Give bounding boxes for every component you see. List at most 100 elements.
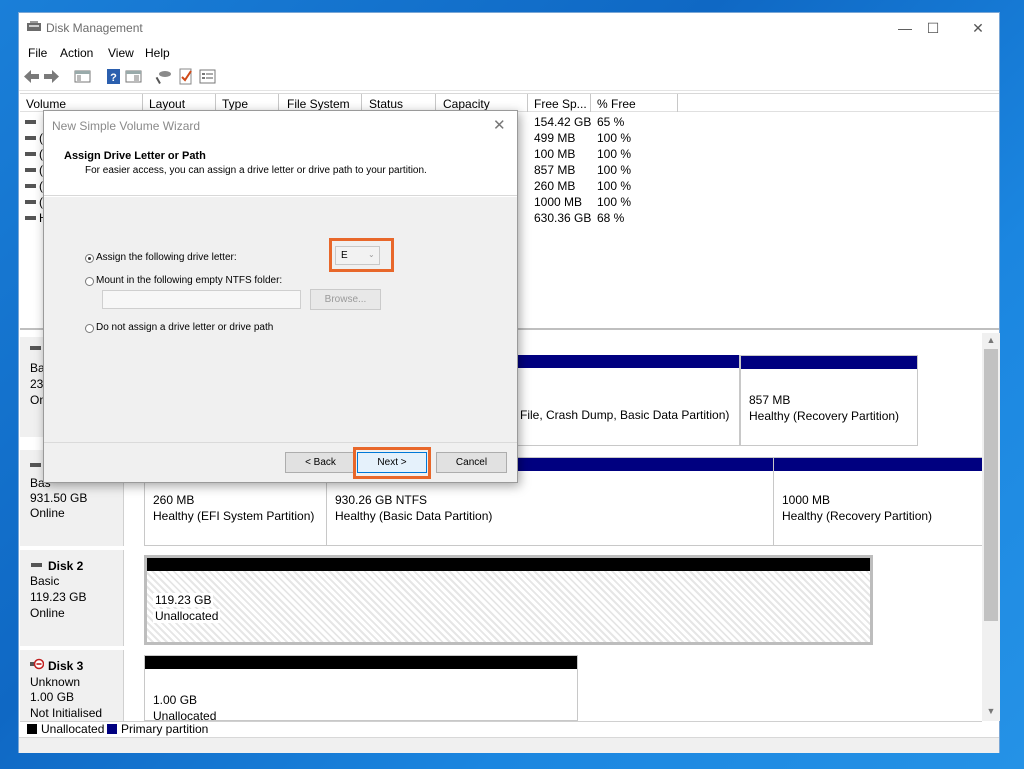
- wizard-heading: Assign Drive Letter or Path: [64, 150, 206, 162]
- maximize-button[interactable]: ☐: [924, 19, 942, 37]
- volume-icon: [25, 184, 36, 188]
- assign-letter-label[interactable]: Assign the following drive letter:: [96, 252, 237, 263]
- disk-2-unallocated-space[interactable]: 119.23 GB Unallocated: [144, 555, 873, 645]
- partition-bar: [741, 356, 917, 369]
- scrollbar-thumb[interactable]: [984, 349, 998, 621]
- primary-swatch: [107, 724, 117, 734]
- disk-icon: [31, 563, 42, 567]
- mount-folder-label[interactable]: Mount in the following empty NTFS folder…: [96, 275, 282, 286]
- disk-1-size: 931.50 GB: [30, 491, 88, 505]
- close-button[interactable]: ✕: [969, 19, 987, 37]
- menu-action[interactable]: Action: [60, 46, 93, 60]
- help-icon[interactable]: ?: [105, 68, 122, 85]
- vertical-scrollbar[interactable]: ▲ ▼: [982, 333, 1000, 721]
- show-hide-tree-icon[interactable]: [74, 68, 91, 85]
- column-free-space[interactable]: Free Sp...: [534, 97, 587, 111]
- partition-status: Healthy (Recovery Partition): [749, 409, 900, 423]
- percent-free: 65 %: [597, 115, 625, 129]
- radio-no-letter[interactable]: [85, 324, 94, 333]
- column-type[interactable]: Type: [222, 97, 248, 111]
- column-divider[interactable]: [527, 94, 528, 112]
- toolbar: ?: [19, 63, 999, 91]
- partition-size: 119.23 GB: [153, 593, 214, 607]
- close-icon[interactable]: ✕: [493, 116, 506, 134]
- disk-2-name: Disk 2: [48, 559, 84, 573]
- checklist-icon[interactable]: [177, 68, 194, 85]
- partition-status: Healthy (Basic Data Partition): [335, 509, 493, 523]
- percent-free: 100 %: [597, 163, 632, 177]
- disk-icon: [30, 463, 41, 467]
- radio-mount-folder[interactable]: [85, 277, 94, 286]
- uninitialized-disk-icon: [30, 658, 44, 670]
- column-status[interactable]: Status: [369, 97, 403, 111]
- disk-icon: [30, 346, 41, 350]
- partition-size: 857 MB: [749, 393, 791, 407]
- disk-1-status: Online: [30, 506, 65, 520]
- forward-arrow-icon[interactable]: [43, 68, 60, 85]
- column-capacity[interactable]: Capacity: [443, 97, 490, 111]
- column-file-system[interactable]: File System: [287, 97, 350, 111]
- wizard-header: Assign Drive Letter or Path For easier a…: [44, 141, 517, 196]
- disk-3-unallocated-space[interactable]: 1.00 GB Unallocated: [144, 655, 578, 723]
- free-space: 630.36 GB: [534, 211, 592, 225]
- back-button[interactable]: < Back: [285, 452, 356, 473]
- partition-status: Unallocated: [153, 609, 221, 623]
- disk-0-recovery-partition[interactable]: 857 MB Healthy (Recovery Partition): [740, 355, 918, 446]
- disk-0-data-partition[interactable]: File, Crash Dump, Basic Data Partition): [517, 355, 740, 446]
- back-arrow-icon[interactable]: [23, 68, 40, 85]
- menu-help[interactable]: Help: [145, 46, 170, 60]
- partition-size: 1000 MB: [782, 493, 831, 507]
- legend: Unallocated Primary partition: [20, 721, 982, 736]
- disk-2-type: Basic: [30, 574, 60, 588]
- disk-3-name: Disk 3: [48, 659, 84, 673]
- partition-bar: [145, 656, 577, 669]
- disk-2-status: Online: [30, 606, 65, 620]
- menu-bar: File Action View Help: [19, 43, 999, 63]
- free-space: 499 MB: [534, 131, 576, 145]
- free-space: 260 MB: [534, 179, 576, 193]
- scroll-up-icon[interactable]: ▲: [985, 335, 997, 347]
- partition-bar: [147, 558, 870, 571]
- percent-free: 68 %: [597, 211, 625, 225]
- cancel-button[interactable]: Cancel: [436, 452, 507, 473]
- scroll-down-icon[interactable]: ▼: [985, 706, 997, 718]
- column-volume[interactable]: Volume: [26, 97, 66, 111]
- legend-unallocated: Unallocated: [41, 722, 105, 736]
- partition-size: 1.00 GB: [153, 693, 198, 707]
- percent-free: 100 %: [597, 147, 632, 161]
- free-space: 100 MB: [534, 147, 576, 161]
- column-percent-free[interactable]: % Free: [597, 97, 636, 111]
- title-bar: Disk Management — ☐ ✕: [19, 13, 999, 43]
- properties-icon[interactable]: [199, 68, 216, 85]
- menu-view[interactable]: View: [108, 46, 134, 60]
- wizard-body: [44, 197, 517, 442]
- column-layout[interactable]: Layout: [149, 97, 185, 111]
- next-button-highlight: [353, 447, 431, 479]
- partition-bar: [518, 355, 739, 368]
- column-divider[interactable]: [590, 94, 591, 112]
- disk-3-type: Unknown: [30, 675, 81, 689]
- volume-icon: [25, 136, 36, 140]
- unallocated-swatch: [27, 724, 37, 734]
- disk-3-status: Not Initialised: [30, 706, 103, 720]
- menu-file[interactable]: File: [28, 46, 47, 60]
- free-space: 154.42 GB: [534, 115, 592, 129]
- radio-assign-letter[interactable]: [85, 254, 94, 263]
- partition-size: 260 MB: [153, 493, 195, 507]
- disk-3-label[interactable]: Disk 3 Unknown 1.00 GB Not Initialised: [20, 650, 124, 721]
- no-letter-label[interactable]: Do not assign a drive letter or drive pa…: [96, 322, 273, 333]
- partition-status: Healthy (EFI System Partition): [153, 509, 315, 523]
- partition-bar: [774, 458, 998, 471]
- drive-letter-highlight: [329, 238, 394, 272]
- folder-path-input[interactable]: [102, 290, 301, 309]
- svg-text:?: ?: [110, 72, 117, 84]
- disk-2-label[interactable]: Disk 2 Basic 119.23 GB Online: [20, 550, 124, 646]
- volume-icon: [25, 168, 36, 172]
- column-divider[interactable]: [677, 94, 678, 112]
- disk-1-recovery-partition[interactable]: 1000 MB Healthy (Recovery Partition): [773, 457, 999, 546]
- connect-disk-icon[interactable]: [155, 68, 172, 85]
- show-hide-pane-icon[interactable]: [125, 68, 142, 85]
- disk-3-size: 1.00 GB: [30, 690, 75, 704]
- browse-button[interactable]: Browse...: [310, 289, 381, 310]
- minimize-button[interactable]: —: [896, 19, 914, 37]
